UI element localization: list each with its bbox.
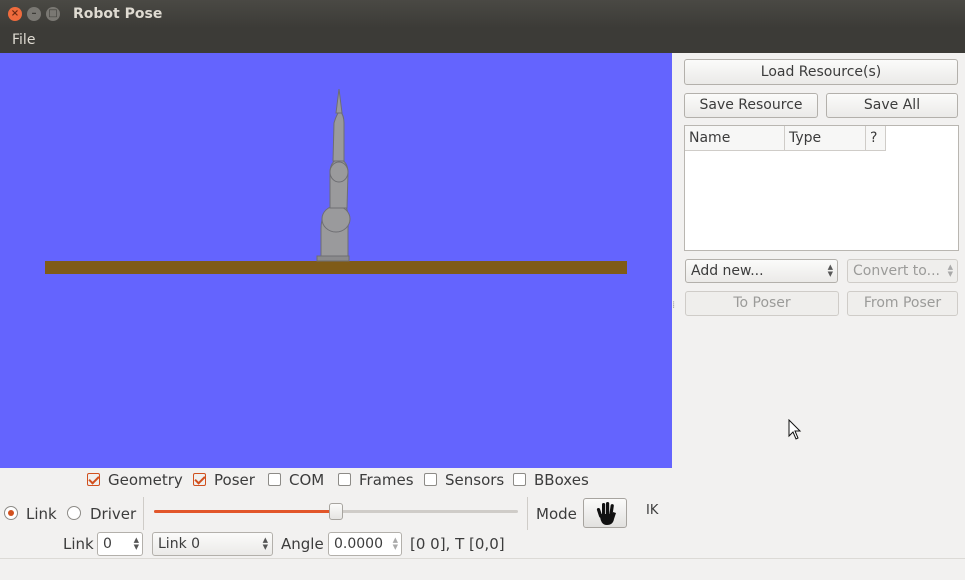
- window-title: Robot Pose: [73, 6, 163, 22]
- spin-arrows-icon[interactable]: ▲ ▼: [134, 537, 139, 551]
- divider: [527, 497, 528, 530]
- bboxes-label: BBoxes: [534, 471, 589, 489]
- sensors-checkbox[interactable]: [424, 473, 437, 486]
- combo-arrows-icon: ▲ ▼: [827, 263, 833, 278]
- link-select-value: Link 0: [158, 536, 201, 552]
- status-bar: [0, 558, 965, 580]
- angle-value: 0.0000: [334, 536, 383, 552]
- 3d-viewport[interactable]: [0, 53, 672, 468]
- add-new-select[interactable]: Add new... ▲ ▼: [685, 259, 838, 283]
- panel-splitter-handle[interactable]: ⁞: [672, 300, 675, 311]
- title-bar: × – □ Robot Pose: [0, 0, 965, 28]
- to-poser-button[interactable]: To Poser: [685, 291, 839, 316]
- mode-hand-button[interactable]: [583, 498, 627, 528]
- minimize-window-button[interactable]: –: [27, 7, 41, 21]
- scene-render: [45, 88, 627, 274]
- combo-arrows-icon: ▲ ▼: [262, 536, 268, 551]
- transform-info: [0 0], T [0,0]: [410, 535, 505, 553]
- poser-label: Poser: [214, 471, 255, 489]
- frames-label: Frames: [359, 471, 414, 489]
- mode-label: Mode: [536, 505, 577, 523]
- ik-label: IK: [646, 503, 659, 518]
- link-radio-label: Link: [26, 505, 57, 523]
- convert-to-select[interactable]: Convert to... ▲ ▼: [847, 259, 958, 283]
- column-header-name[interactable]: Name: [685, 126, 785, 151]
- column-header-type[interactable]: Type: [785, 126, 866, 151]
- link-radio[interactable]: [4, 506, 18, 520]
- maximize-window-button[interactable]: □: [46, 7, 60, 21]
- robot-arm: [316, 88, 351, 262]
- resource-table[interactable]: Name Type ?: [684, 125, 959, 251]
- menu-bar: File: [0, 28, 965, 53]
- com-checkbox[interactable]: [268, 473, 281, 486]
- divider: [143, 497, 144, 530]
- menu-file[interactable]: File: [12, 32, 35, 48]
- combo-arrows-icon: ▲ ▼: [947, 263, 953, 278]
- geometry-label: Geometry: [108, 471, 183, 489]
- close-window-button[interactable]: ×: [8, 7, 22, 21]
- driver-radio[interactable]: [67, 506, 81, 520]
- angle-label: Angle: [281, 535, 324, 553]
- save-all-button[interactable]: Save All: [826, 93, 958, 118]
- convert-to-value: Convert to...: [853, 263, 940, 279]
- add-new-value: Add new...: [691, 263, 764, 279]
- joint-slider-handle[interactable]: [329, 503, 343, 520]
- ground-plane: [45, 261, 627, 274]
- driver-radio-label: Driver: [90, 505, 137, 523]
- joint-slider-fill: [154, 510, 336, 513]
- link-index-value: 0: [103, 536, 112, 552]
- save-resource-button[interactable]: Save Resource: [684, 93, 818, 118]
- geometry-checkbox[interactable]: [87, 473, 100, 486]
- spin-arrows-icon[interactable]: ▲ ▼: [393, 537, 398, 551]
- link-index-label: Link: [63, 535, 94, 553]
- sensors-label: Sensors: [445, 471, 505, 489]
- com-label: COM: [289, 471, 325, 489]
- frames-checkbox[interactable]: [338, 473, 351, 486]
- mouse-cursor-icon: [788, 419, 802, 440]
- link-select[interactable]: Link 0 ▲ ▼: [152, 532, 273, 556]
- from-poser-button[interactable]: From Poser: [847, 291, 958, 316]
- hand-icon: [596, 502, 616, 525]
- bboxes-checkbox[interactable]: [513, 473, 526, 486]
- link-index-spinbox[interactable]: 0 ▲ ▼: [97, 532, 143, 556]
- poser-checkbox[interactable]: [193, 473, 206, 486]
- load-resources-button[interactable]: Load Resource(s): [684, 59, 958, 85]
- angle-spinbox[interactable]: 0.0000 ▲ ▼: [328, 532, 402, 556]
- column-header-question[interactable]: ?: [866, 126, 886, 151]
